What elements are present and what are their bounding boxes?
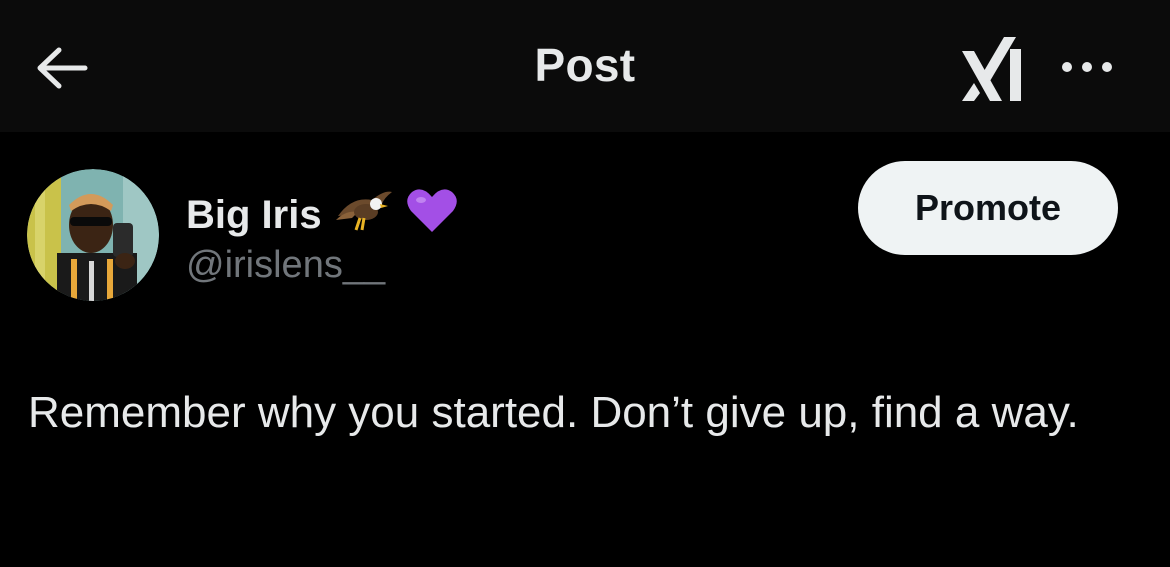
author-handle[interactable]: @irislens__ (186, 244, 385, 287)
avatar-photo (27, 169, 159, 301)
purple-heart-icon (406, 186, 458, 244)
author-name[interactable]: Big Iris (186, 186, 458, 244)
top-bar: Post (0, 0, 1170, 132)
grok-button[interactable] (952, 28, 1032, 106)
more-horizontal-icon (1062, 62, 1112, 72)
grok-icon (962, 37, 1021, 101)
avatar[interactable] (27, 169, 159, 301)
more-options-button[interactable] (1052, 42, 1122, 92)
author-display-name: Big Iris (186, 192, 322, 237)
eagle-icon (332, 186, 396, 244)
post-text: Remember why you started. Don’t give up,… (28, 388, 1079, 437)
post-page: Post Big Iris @irislens__ Promote Rememb… (0, 0, 1170, 567)
promote-button[interactable]: Promote (858, 161, 1118, 255)
